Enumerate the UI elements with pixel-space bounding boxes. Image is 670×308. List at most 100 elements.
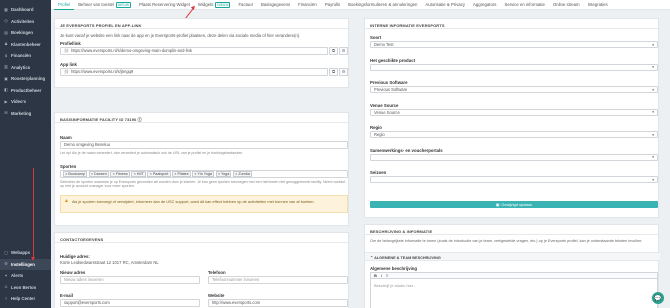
internal-field-label: Previous Software <box>370 80 408 85</box>
sport-tag[interactable]: × Zumba <box>232 170 252 178</box>
sports-help: Selecteer de sporten waarmee je op Evers… <box>60 180 346 189</box>
sport-tag-label: Yoga <box>220 171 230 176</box>
internal-field-select[interactable]: Regio ▾ <box>370 131 658 138</box>
tab-integraties[interactable]: Integraties <box>584 0 612 10</box>
settings-profile-link-button[interactable]: ⚙ <box>339 47 348 55</box>
general-description-label: Algemene beschrijving <box>370 266 418 271</box>
sidebar-item-video-s[interactable]: ▶ Video's <box>0 96 51 108</box>
roster-icon: ▣ <box>4 75 8 81</box>
internal-field-select[interactable]: Previous Software ▾ <box>370 86 658 93</box>
sidebar-item-label: Alerts <box>11 273 24 279</box>
sport-tag-label: Bootcamp <box>68 171 85 176</box>
sport-tag[interactable]: × Yin Yoga <box>192 170 215 178</box>
sidebar-item-label: Instellingen <box>11 261 35 267</box>
internal-field-label: Soort <box>370 35 382 40</box>
copy-app-link-button[interactable]: ⧉ <box>329 68 338 76</box>
sports-select[interactable]: × Bootcamp × Dansen × Fitness × HIIT × Paals… <box>60 170 348 178</box>
sport-tag[interactable]: × Paalsport <box>147 170 171 178</box>
chat-icon[interactable]: 💬 <box>652 292 664 304</box>
sidebar-item-label: Leon Berton <box>11 284 37 290</box>
sidebar-item-webapps[interactable]: ▢ Webapps <box>0 247 51 259</box>
website-input[interactable]: http://www.eversports.com <box>208 299 348 307</box>
gear-icon: ⚙ <box>341 69 346 75</box>
sidebar-item-label: Activiteiten <box>11 18 35 24</box>
internal-field-select[interactable]: ▾ <box>370 63 658 71</box>
sports-warning: ▲ Als je sporten toevoegt of verwijdert,… <box>60 195 348 213</box>
internal-field-value: Previous Software <box>374 87 408 92</box>
editor-tool-button[interactable]: ≡ <box>386 273 388 278</box>
email-label: E-mail <box>60 293 73 298</box>
sport-tag[interactable]: × Pilates <box>172 170 191 178</box>
save-internal-label: Gewijzigd opslaan <box>501 202 533 207</box>
profile-link-field[interactable]: ⛓ https://www.eversports.nl/s/demo-omgevi… <box>60 47 328 55</box>
tab-profiel[interactable]: Profiel <box>54 0 75 10</box>
tab-autorisatie-privacy[interactable]: Autorisatie & Privacy <box>421 0 469 10</box>
sidebar-item-label: Marketing <box>11 110 32 116</box>
sidebar-item-productbeheer[interactable]: ◧ Productbeheer <box>0 85 51 97</box>
internal-field-select[interactable]: ▾ <box>370 176 658 183</box>
sidebar-item-instellingen[interactable]: ⚙ Instellingen <box>0 258 51 270</box>
copy-profile-link-button[interactable]: ⧉ <box>329 47 338 55</box>
internal-field-select[interactable]: Venue Source ▾ <box>370 108 658 116</box>
tab-service-en-informatie[interactable]: Service en informatie <box>500 0 548 10</box>
app-link-field[interactable]: ⛓ https://www.eversports.nl/s/jtmgq9 <box>60 68 328 76</box>
internal-field-label: Seizoen <box>370 170 387 175</box>
settings-app-link-button[interactable]: ⚙ <box>339 68 348 76</box>
sidebar-item-alerts[interactable]: ✦ Alerts <box>0 270 51 282</box>
sport-tag[interactable]: × Bootcamp <box>63 170 88 178</box>
editor-tool-button[interactable]: B <box>374 273 377 278</box>
save-internal-button[interactable]: ▣ Gewijzigd opslaan <box>370 201 658 208</box>
sport-tag[interactable]: × Fitness <box>110 170 130 178</box>
sidebar-item-help-center[interactable]: ? Help Center <box>0 293 51 305</box>
sidebar-item-roosterplanning[interactable]: ▣ Roosterplanning <box>0 73 51 85</box>
facility-card: BASISINFORMATIE FACILITY ID 73196 ⓘ Naam… <box>54 112 349 226</box>
internal-field-select[interactable]: ▾ <box>370 153 658 161</box>
tab-online-stream[interactable]: Online stream <box>549 0 584 10</box>
sidebar-item-marketing[interactable]: ✉ Marketing <box>0 108 51 120</box>
main-content: JE EVERSPORTS PROFIEL EN APP-LINK Je kun… <box>51 10 670 308</box>
tab-widgets[interactable]: Widgets NIEUW <box>194 0 235 10</box>
phone-label: Telefoon <box>208 270 226 275</box>
new-address-input[interactable]: Nieuw adres invoeren <box>60 276 200 284</box>
tab-plaats-reservering-widget[interactable]: Plaats Reservering Widget <box>135 0 194 10</box>
tab-basisgegevens[interactable]: Basisgegevens <box>257 0 294 10</box>
card-title: JE EVERSPORTS PROFIEL EN APP-LINK <box>55 19 348 29</box>
tab-factuur[interactable]: Factuur <box>234 0 257 10</box>
internal-field-value: Regio <box>374 132 385 137</box>
tab-aggregators[interactable]: Aggregators <box>469 0 500 10</box>
sidebar-item-label: Boekingen <box>11 30 33 36</box>
chevron-down-icon: ▾ <box>652 132 654 137</box>
sidebar-item-dashboard[interactable]: ▦ Dashboard <box>0 4 51 16</box>
editor-tool-button[interactable]: I <box>381 273 382 278</box>
products-icon: ◧ <box>4 87 8 93</box>
sidebar-item-klantenbeheer[interactable]: ♟ Klantenbeheer <box>0 39 51 51</box>
sidebar-item-label: Help Center <box>11 296 36 302</box>
tab-beheer-van-toestel[interactable]: Beheer van toestel NIEUW <box>74 0 135 10</box>
card-title: BASISINFORMATIE FACILITY ID 73196 ⓘ <box>55 113 348 123</box>
sidebar-item-financi-n[interactable]: $ Financiën <box>0 50 51 62</box>
accordion-title: ⌃ ALGEMENE & TEAM BESCHRIJVING <box>370 255 441 260</box>
sidebar-item-boekingen[interactable]: ▤ Boekingen <box>0 27 51 39</box>
phone-input[interactable]: Telefoonnummer invoeren <box>208 276 348 284</box>
internal-field-label: Het geschikte product <box>370 57 416 63</box>
sidebar-item-analytics[interactable]: ▥ Analytics <box>0 62 51 74</box>
email-input[interactable]: support@eversports.com <box>60 299 200 307</box>
profile-description: Je kunt vanaf je website een link naar d… <box>60 33 301 38</box>
tab-label: Online stream <box>552 2 580 7</box>
tab-financi-n[interactable]: Financiën <box>294 0 321 10</box>
chevron-down-icon: ▾ <box>652 155 654 159</box>
sidebar-item-leon-berton[interactable]: ♙ Leon Berton <box>0 282 51 294</box>
help-icon: ? <box>4 295 8 301</box>
sidebar-item-activiteiten[interactable]: ◷ Activiteiten <box>0 16 51 28</box>
tab-label: Aggregators <box>473 2 497 7</box>
tab-payrolls[interactable]: Payrolls <box>321 0 344 10</box>
tab-boekingsformulieren-annuleringen[interactable]: Boekingsformulieren & annuleringen <box>344 0 421 10</box>
new-address-label: Nieuw adres <box>60 270 86 275</box>
save-icon: ▣ <box>495 203 500 207</box>
sport-tag[interactable]: × HIIT <box>131 170 146 178</box>
sport-tag[interactable]: × Yoga <box>215 170 232 178</box>
description-text: Om de belangrijkste informatie te tonen … <box>370 239 643 243</box>
sport-tag[interactable]: × Dansen <box>88 170 109 178</box>
internal-field-select[interactable]: Demo Test ▾ <box>370 41 658 48</box>
name-input[interactable]: Demo omgeving Beneluu <box>60 141 348 149</box>
